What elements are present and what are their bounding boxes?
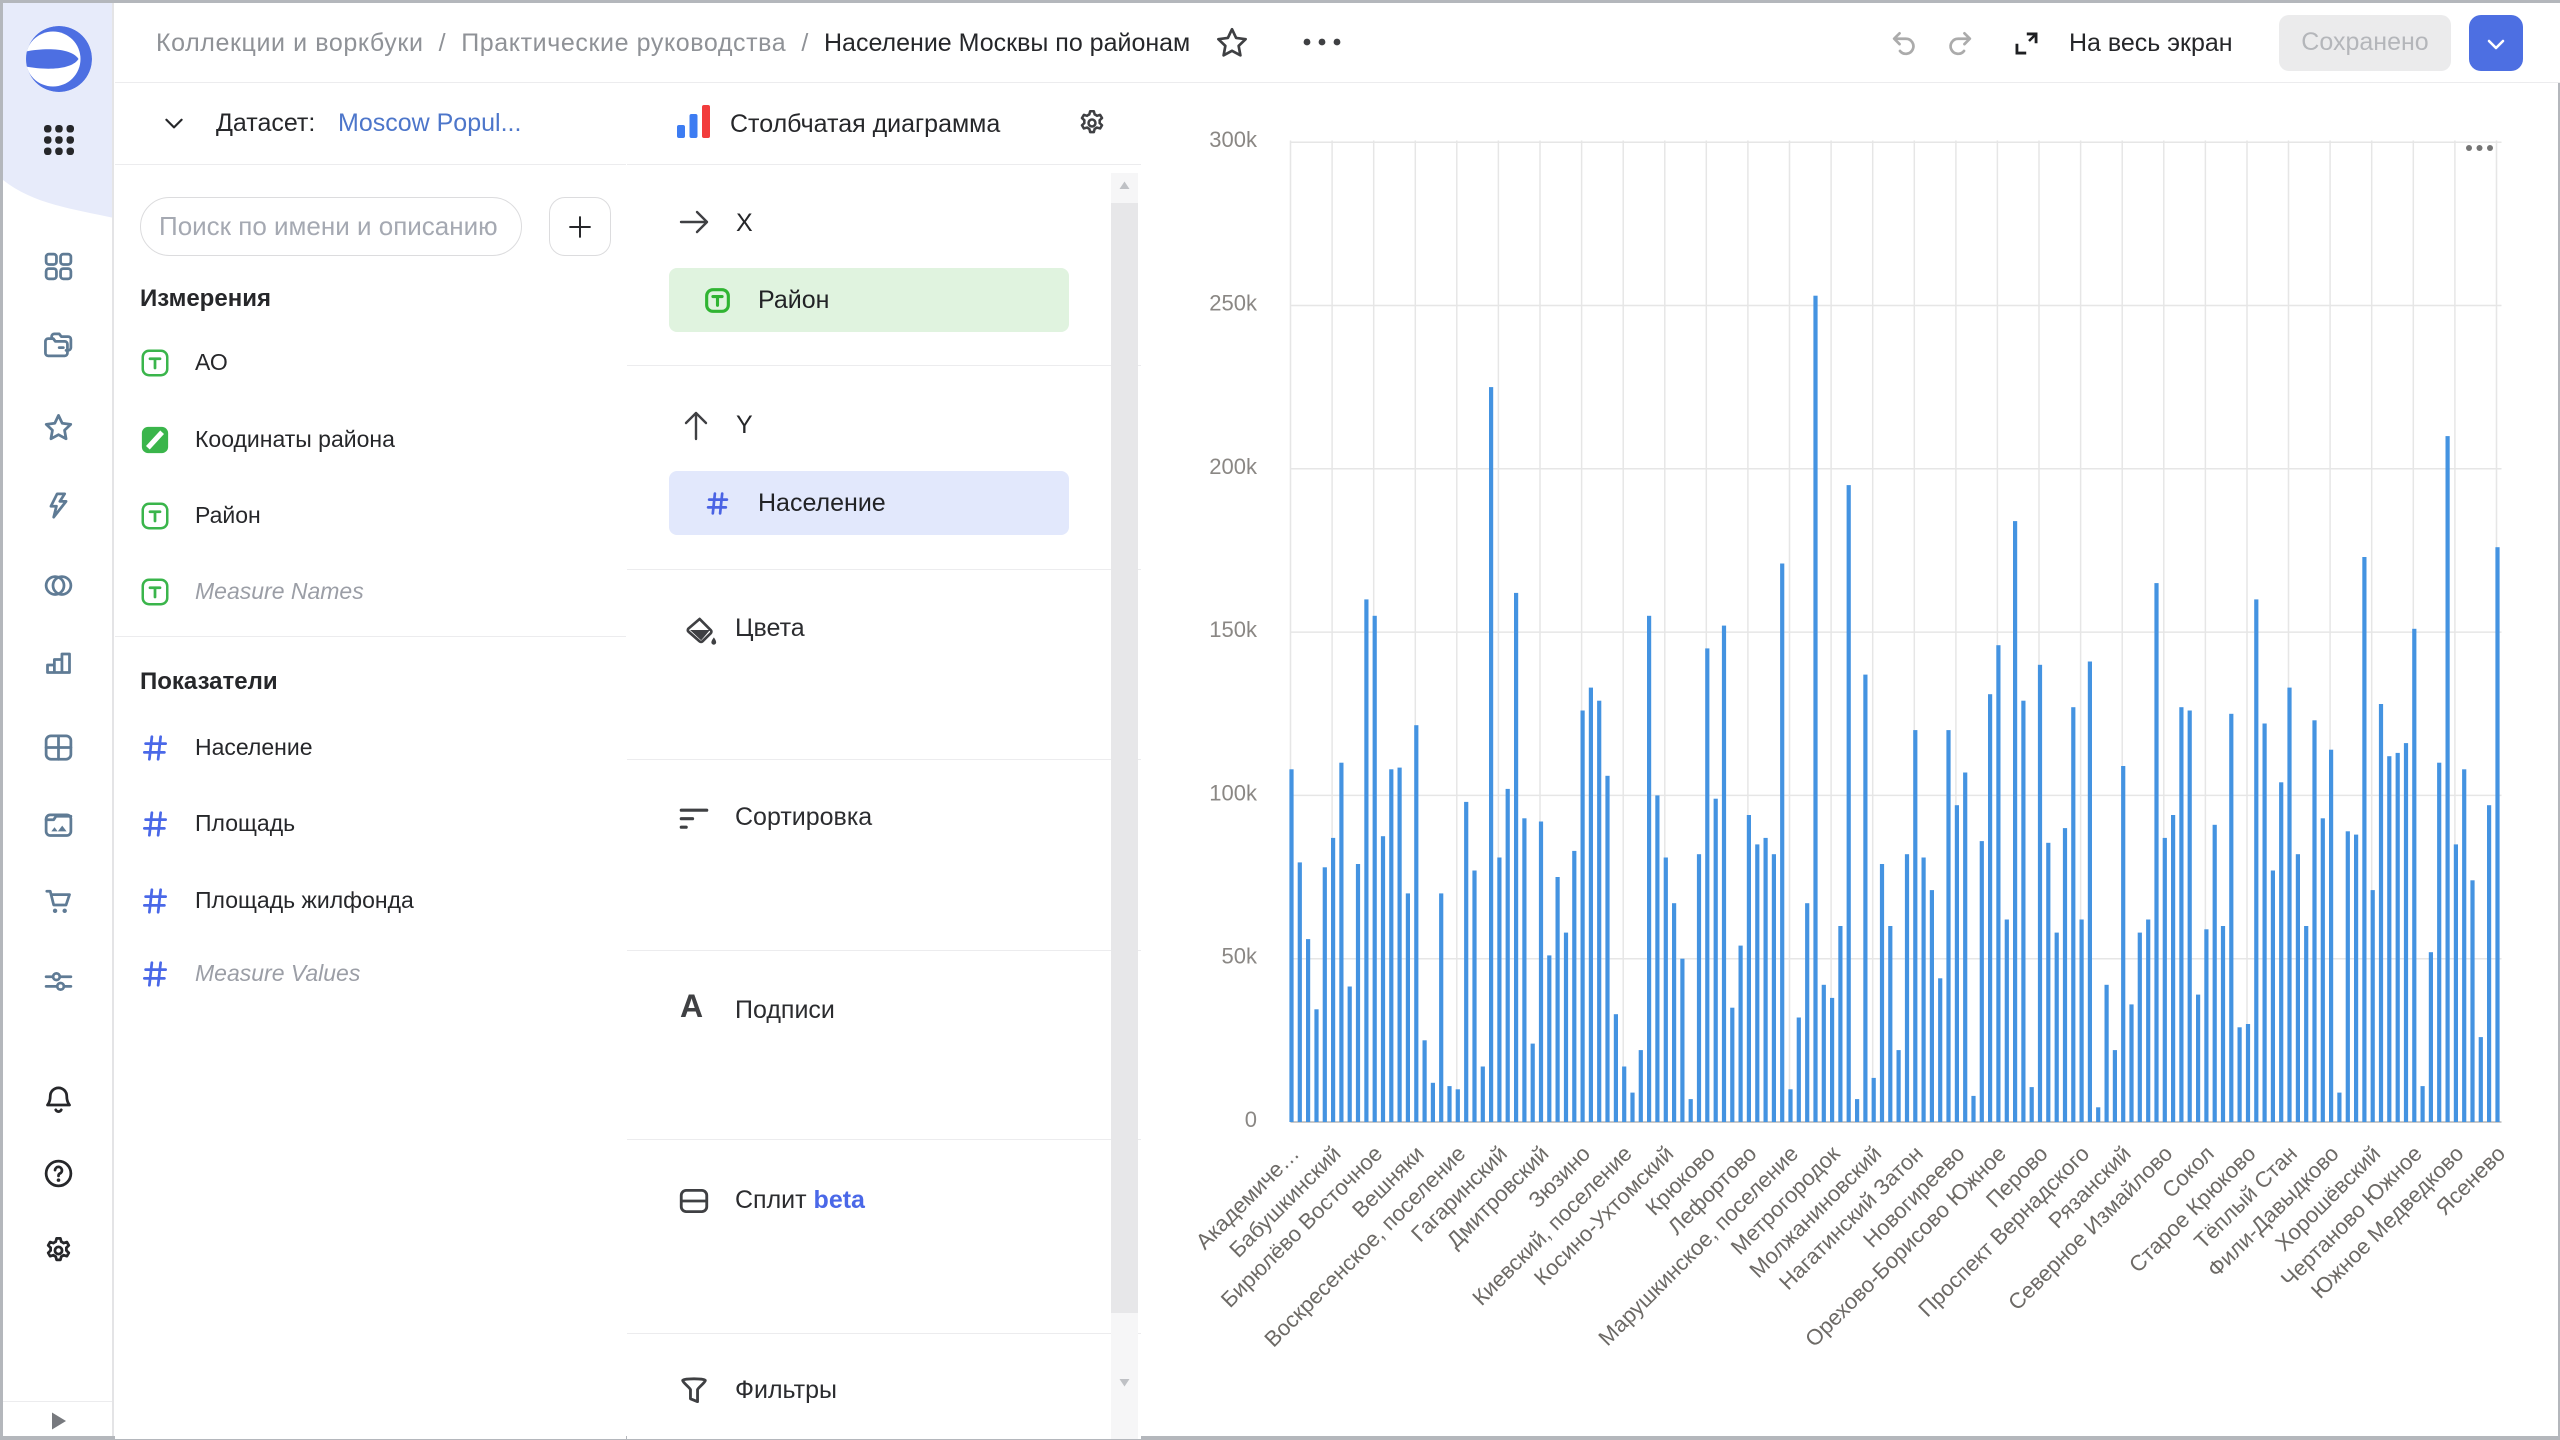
svg-text:250k: 250k xyxy=(1209,291,1258,316)
svg-text:150k: 150k xyxy=(1209,617,1258,642)
svg-text:50k: 50k xyxy=(1222,944,1258,969)
svg-text:0: 0 xyxy=(1245,1107,1257,1132)
svg-text:200k: 200k xyxy=(1209,454,1258,479)
svg-text:100k: 100k xyxy=(1209,780,1258,805)
svg-text:300k: 300k xyxy=(1209,127,1258,152)
